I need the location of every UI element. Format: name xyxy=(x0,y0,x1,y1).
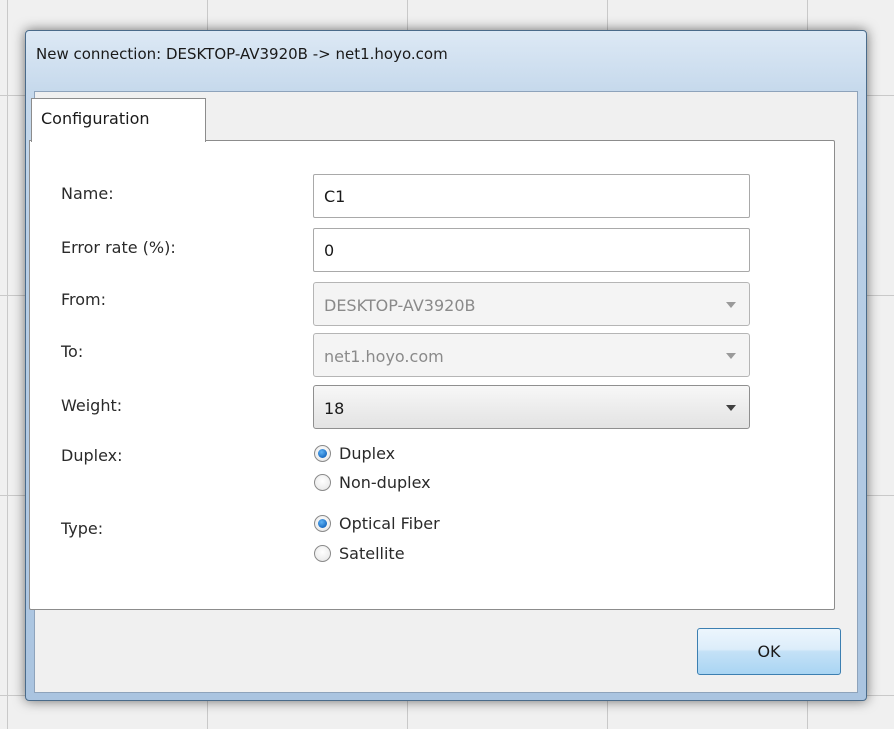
type-label: Type: xyxy=(61,519,104,538)
name-label: Name: xyxy=(61,184,114,203)
from-select-value: DESKTOP-AV3920B xyxy=(324,296,476,315)
radio-checked-icon xyxy=(314,515,331,532)
chevron-down-icon xyxy=(726,405,736,411)
radio-unchecked-icon xyxy=(314,545,331,562)
name-input[interactable]: C1 xyxy=(313,174,750,218)
weight-label: Weight: xyxy=(61,396,123,415)
weight-select-value: 18 xyxy=(324,399,345,418)
tab-configuration-label: Configuration xyxy=(41,109,150,128)
ok-button[interactable]: OK xyxy=(697,628,841,675)
from-select: DESKTOP-AV3920B xyxy=(313,282,750,326)
weight-select[interactable]: 18 xyxy=(313,385,750,429)
non-duplex-option-label: Non-duplex xyxy=(339,473,431,492)
error-rate-input[interactable]: 0 xyxy=(313,228,750,272)
duplex-label: Duplex: xyxy=(61,446,123,465)
tab-configuration[interactable]: Configuration xyxy=(31,98,206,142)
chevron-down-icon xyxy=(726,353,736,359)
to-label: To: xyxy=(61,342,84,361)
duplex-option-label: Duplex xyxy=(339,444,396,463)
satellite-option-label: Satellite xyxy=(339,544,405,563)
radio-unchecked-icon xyxy=(314,474,331,491)
chevron-down-icon xyxy=(726,302,736,308)
optical-fiber-option-label: Optical Fiber xyxy=(339,514,440,533)
radio-checked-icon xyxy=(314,445,331,462)
to-select: net1.hoyo.com xyxy=(313,333,750,377)
from-label: From: xyxy=(61,290,107,309)
error-rate-label: Error rate (%): xyxy=(61,238,176,257)
window-title: New connection: DESKTOP-AV3920B -> net1.… xyxy=(36,45,448,63)
to-select-value: net1.hoyo.com xyxy=(324,347,444,366)
